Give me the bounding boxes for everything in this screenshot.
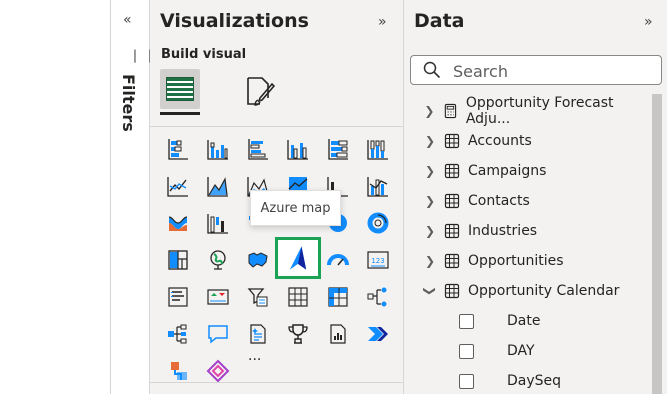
table-icon	[444, 253, 460, 269]
field-list-item-label: Opportunity Forecast Adju...	[465, 95, 614, 127]
waterfall-chart-icon[interactable]	[203, 208, 233, 238]
search-icon	[423, 61, 441, 79]
field-item-label: DAY	[507, 343, 535, 359]
field-list-item[interactable]: ❯ Accounts	[404, 126, 649, 156]
more-visuals-button[interactable]: ...	[248, 348, 261, 364]
field-item-label: Date	[507, 313, 541, 329]
card-icon[interactable]: 123	[363, 245, 393, 275]
collapse-filters-icon[interactable]: «	[123, 12, 132, 28]
clustered-column-chart-icon[interactable]	[283, 134, 313, 164]
svg-text:123: 123	[371, 257, 384, 265]
line-chart-icon[interactable]	[163, 171, 193, 201]
clustered-bar-chart-icon[interactable]	[243, 134, 273, 164]
field-list-item[interactable]: ❯ Campaigns	[404, 156, 649, 186]
line-and-clustered-column-chart-icon[interactable]	[363, 171, 393, 201]
field-list-item-label: Industries	[468, 223, 538, 239]
table-icon	[444, 133, 460, 149]
table-visual-icon[interactable]	[283, 282, 313, 312]
data-title: Data	[414, 10, 465, 32]
field-list-item[interactable]: ❯ Opportunity Forecast Adju...	[404, 95, 649, 127]
kpi-icon[interactable]	[203, 282, 233, 312]
gauge-icon[interactable]	[323, 245, 353, 275]
format-visual-tab[interactable]	[244, 74, 278, 108]
field-checkbox[interactable]	[459, 343, 474, 359]
chevron-right-icon[interactable]: ❯	[422, 134, 438, 148]
build-visual-tab[interactable]	[160, 69, 200, 109]
filters-bars-icon: ▕▏▕	[127, 50, 150, 63]
donut-chart-icon[interactable]	[363, 208, 393, 238]
chevron-right-icon[interactable]: ❯	[422, 224, 438, 238]
calculator-icon	[444, 103, 457, 119]
map-globe-icon[interactable]	[203, 245, 233, 275]
field-item[interactable]: DAY	[404, 336, 649, 366]
filled-map-icon[interactable]	[243, 245, 273, 275]
field-checkbox[interactable]	[459, 373, 474, 389]
100-stacked-bar-chart-icon[interactable]	[323, 134, 353, 164]
key-influencers-icon[interactable]	[163, 319, 193, 349]
field-list-item-label: Opportunity Calendar	[468, 283, 620, 299]
search-input[interactable]	[451, 59, 655, 83]
search-box[interactable]	[410, 55, 662, 85]
chevron-right-icon[interactable]: ❯	[422, 194, 438, 208]
100-stacked-column-chart-icon[interactable]	[363, 134, 393, 164]
chevron-right-icon[interactable]: ❯	[422, 254, 438, 268]
filters-label[interactable]: Filters	[119, 74, 138, 132]
field-list-item[interactable]: ❯ Contacts	[404, 186, 649, 216]
format-brush-icon	[247, 77, 276, 106]
table-icon	[444, 223, 460, 239]
build-visual-icon	[166, 77, 194, 101]
stacked-column-chart-icon[interactable]	[203, 134, 233, 164]
field-list-item[interactable]: ❯ Opportunity Calendar	[404, 276, 649, 306]
data-pane: Data » ❯ Opportunity Forecast Adju... ❯ …	[404, 0, 667, 394]
field-list-item-label: Opportunities	[468, 253, 564, 269]
power-automate-icon[interactable]	[363, 319, 393, 349]
table-icon	[444, 193, 460, 209]
multi-row-card-icon[interactable]	[163, 282, 193, 312]
ribbon-chart-icon-2[interactable]	[163, 208, 193, 238]
paginated-report-icon[interactable]	[323, 319, 353, 349]
visualizations-title: Visualizations	[160, 10, 309, 32]
decomposition-tree-icon[interactable]	[363, 282, 393, 312]
smart-narrative-icon[interactable]	[243, 319, 273, 349]
table-icon	[444, 283, 460, 299]
area-chart-icon[interactable]	[203, 171, 233, 201]
canvas-area	[0, 0, 110, 394]
field-list-item[interactable]: ❯ Opportunities	[404, 246, 649, 276]
field-list-item-label: Campaigns	[468, 163, 547, 179]
divider	[150, 126, 404, 127]
matrix-icon[interactable]	[323, 282, 353, 312]
field-checkbox[interactable]	[459, 313, 474, 329]
trophy-goals-icon[interactable]	[283, 319, 313, 349]
azure-map-icon[interactable]	[275, 237, 321, 279]
chevron-right-icon[interactable]: ❯	[422, 104, 437, 118]
chevron-right-icon[interactable]: ❯	[422, 164, 438, 178]
divider	[150, 382, 404, 383]
field-item[interactable]: DaySeq	[404, 366, 649, 396]
field-item-label: DaySeq	[507, 373, 562, 389]
qa-speech-bubble-icon[interactable]	[203, 319, 233, 349]
slicer-icon[interactable]	[243, 282, 273, 312]
field-list-item-label: Accounts	[468, 133, 532, 149]
field-item[interactable]: Date	[404, 306, 649, 336]
vertical-scrollbar[interactable]	[652, 94, 662, 394]
build-visual-label: Build visual	[161, 47, 247, 62]
filters-pane: « ▕▏▕ Filters	[110, 0, 150, 394]
treemap-icon[interactable]	[163, 245, 193, 275]
azure-map-tooltip: Azure map	[250, 190, 341, 226]
stacked-bar-chart-icon[interactable]	[163, 134, 193, 164]
expand-visualizations-icon[interactable]: »	[378, 14, 387, 30]
table-icon	[444, 163, 460, 179]
chevron-down-icon[interactable]: ❯	[423, 283, 437, 299]
active-tab-indicator	[160, 112, 200, 115]
field-list-item[interactable]: ❯ Industries	[404, 216, 649, 246]
expand-data-icon[interactable]: »	[644, 14, 653, 30]
field-list-item-label: Contacts	[468, 193, 530, 209]
